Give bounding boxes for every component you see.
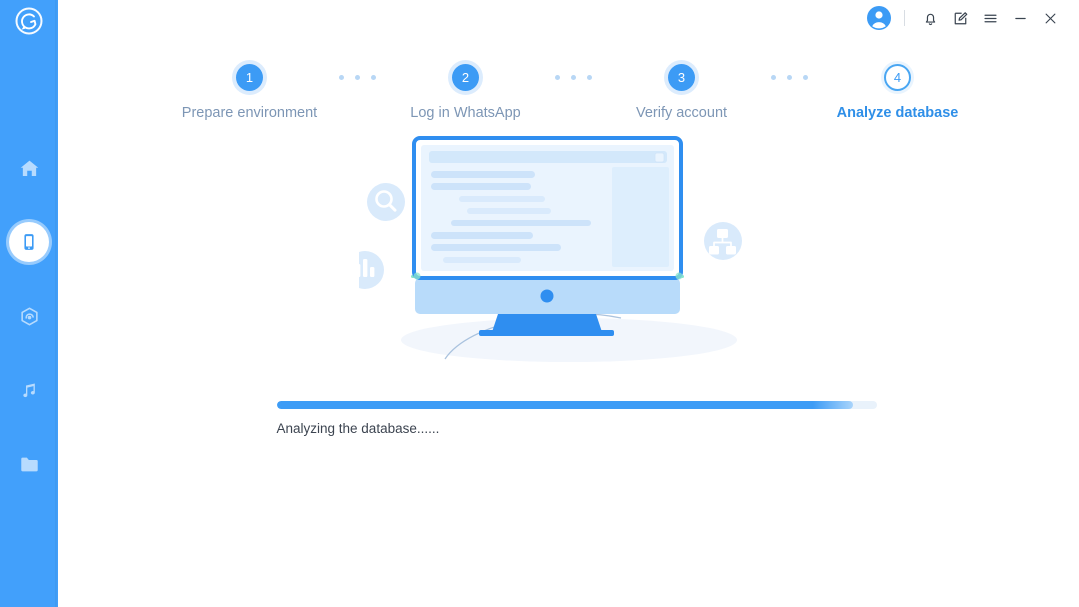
app-logo-icon[interactable] [14, 6, 44, 36]
illustration-area [58, 133, 1079, 383]
titlebar [58, 0, 1079, 36]
sidebar-item-device[interactable] [9, 222, 49, 262]
sidebar-item-files[interactable] [9, 444, 49, 484]
step-number-badge: 1 [236, 64, 263, 91]
notifications-bell-icon[interactable] [915, 3, 945, 33]
search-badge [366, 183, 405, 221]
main-content: 1 Prepare environment 2 Log in WhatsApp … [58, 0, 1079, 607]
progress-area: Analyzing the database...... [269, 401, 877, 436]
step-label: Log in WhatsApp [410, 105, 521, 121]
app-window: 1 Prepare environment 2 Log in WhatsApp … [0, 0, 1079, 607]
progress-bar-fill [276, 401, 853, 409]
database-analysis-illustration [358, 136, 742, 362]
close-button[interactable] [1035, 3, 1065, 33]
sidebar [0, 0, 58, 607]
connector-dot [803, 75, 808, 80]
step-number-badge: 4 [884, 64, 911, 91]
sidebar-item-home[interactable] [9, 148, 49, 188]
feedback-edit-icon[interactable] [945, 3, 975, 33]
sidebar-nav [0, 148, 58, 484]
connector-dot [339, 75, 344, 80]
step-analyze-database[interactable]: 4 Analyze database [823, 64, 973, 121]
step-number-badge: 2 [452, 64, 479, 91]
connector-dot [587, 75, 592, 80]
titlebar-divider [904, 10, 905, 26]
step-connector-dots [325, 75, 391, 80]
progress-stepper: 1 Prepare environment 2 Log in WhatsApp … [58, 64, 1079, 121]
step-label: Prepare environment [181, 105, 318, 121]
hierarchy-badge [703, 222, 742, 260]
step-label: Analyze database [836, 105, 959, 121]
connector-dot [571, 75, 576, 80]
progress-status-text: Analyzing the database...... [276, 421, 440, 436]
connector-dot [787, 75, 792, 80]
connector-dot [355, 75, 360, 80]
user-avatar-icon[interactable] [864, 3, 894, 33]
step-prepare-environment[interactable]: 1 Prepare environment [175, 64, 325, 121]
minimize-button[interactable] [1005, 3, 1035, 33]
sidebar-item-music[interactable] [9, 370, 49, 410]
progress-bar[interactable] [276, 401, 877, 409]
connector-dot [371, 75, 376, 80]
hamburger-menu-icon[interactable] [975, 3, 1005, 33]
statistics-badge [358, 251, 384, 289]
step-label: Verify account [635, 105, 728, 121]
step-verify-account[interactable]: 3 Verify account [607, 64, 757, 121]
step-log-in-whatsapp[interactable]: 2 Log in WhatsApp [391, 64, 541, 121]
connector-dot [555, 75, 560, 80]
step-number-badge: 3 [668, 64, 695, 91]
sidebar-item-backup[interactable] [9, 296, 49, 336]
connector-dot [771, 75, 776, 80]
step-connector-dots [541, 75, 607, 80]
step-connector-dots [757, 75, 823, 80]
